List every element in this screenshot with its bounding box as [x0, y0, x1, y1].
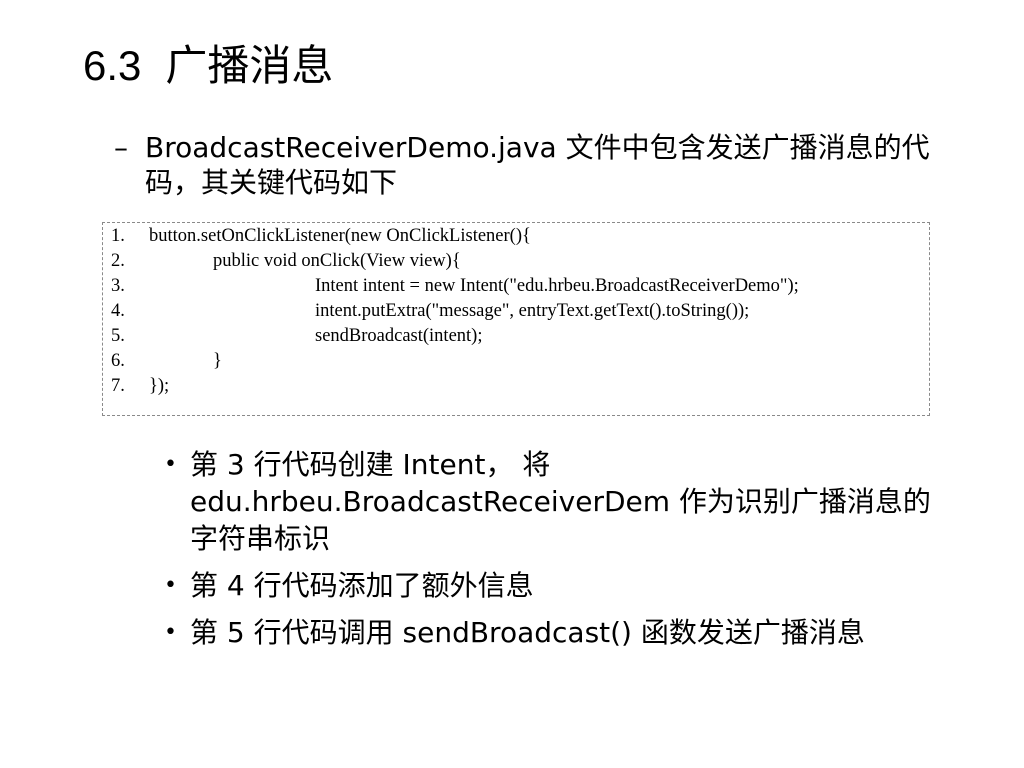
dash-marker: – [114, 131, 128, 164]
bullet-item: • 第 4 行代码添加了额外信息 [164, 567, 950, 604]
bullet-item: • 第 3 行代码创建 Intent， 将 edu.hrbeu.Broadcas… [164, 446, 950, 557]
bullet-item: • 第 5 行代码调用 sendBroadcast() 函数发送广播消息 [164, 614, 950, 651]
intro-paragraph: – BroadcastReceiverDemo.java 文件中包含发送广播消息… [114, 130, 944, 200]
code-text: Intent intent = new Intent("edu.hrbeu.Br… [315, 276, 799, 296]
code-text: intent.putExtra("message", entryText.get… [315, 301, 750, 321]
bullet-marker: • [164, 452, 177, 477]
line-number: 3. [111, 276, 125, 296]
line-number: 4. [111, 301, 125, 321]
bullet-text: 第 5 行代码调用 sendBroadcast() 函数发送广播消息 [190, 616, 865, 649]
line-number: 6. [111, 351, 125, 371]
intro-text: BroadcastReceiverDemo.java 文件中包含发送广播消息的代… [145, 131, 930, 199]
code-text: }); [149, 376, 170, 396]
line-number: 2. [111, 251, 125, 271]
section-title: 广播消息 [165, 41, 334, 90]
slide-title: 6.3 广播消息 [83, 34, 333, 98]
bullet-list: • 第 3 行代码创建 Intent， 将 edu.hrbeu.Broadcas… [164, 446, 964, 661]
bullet-marker: • [164, 573, 177, 598]
bullet-text: 第 3 行代码创建 Intent， 将 edu.hrbeu.BroadcastR… [190, 448, 931, 555]
code-listing: 1. button.setOnClickListener(new OnClick… [102, 222, 930, 416]
bullet-text: 第 4 行代码添加了额外信息 [190, 569, 534, 602]
code-text: public void onClick(View view){ [213, 251, 461, 271]
line-number: 5. [111, 326, 125, 346]
code-text: sendBroadcast(intent); [315, 326, 483, 346]
code-text: } [213, 351, 222, 371]
section-number: 6.3 [83, 42, 142, 89]
line-number: 7. [111, 376, 125, 396]
bullet-marker: • [164, 620, 177, 645]
code-text: button.setOnClickListener(new OnClickLis… [149, 226, 531, 246]
line-number: 1. [111, 226, 125, 246]
